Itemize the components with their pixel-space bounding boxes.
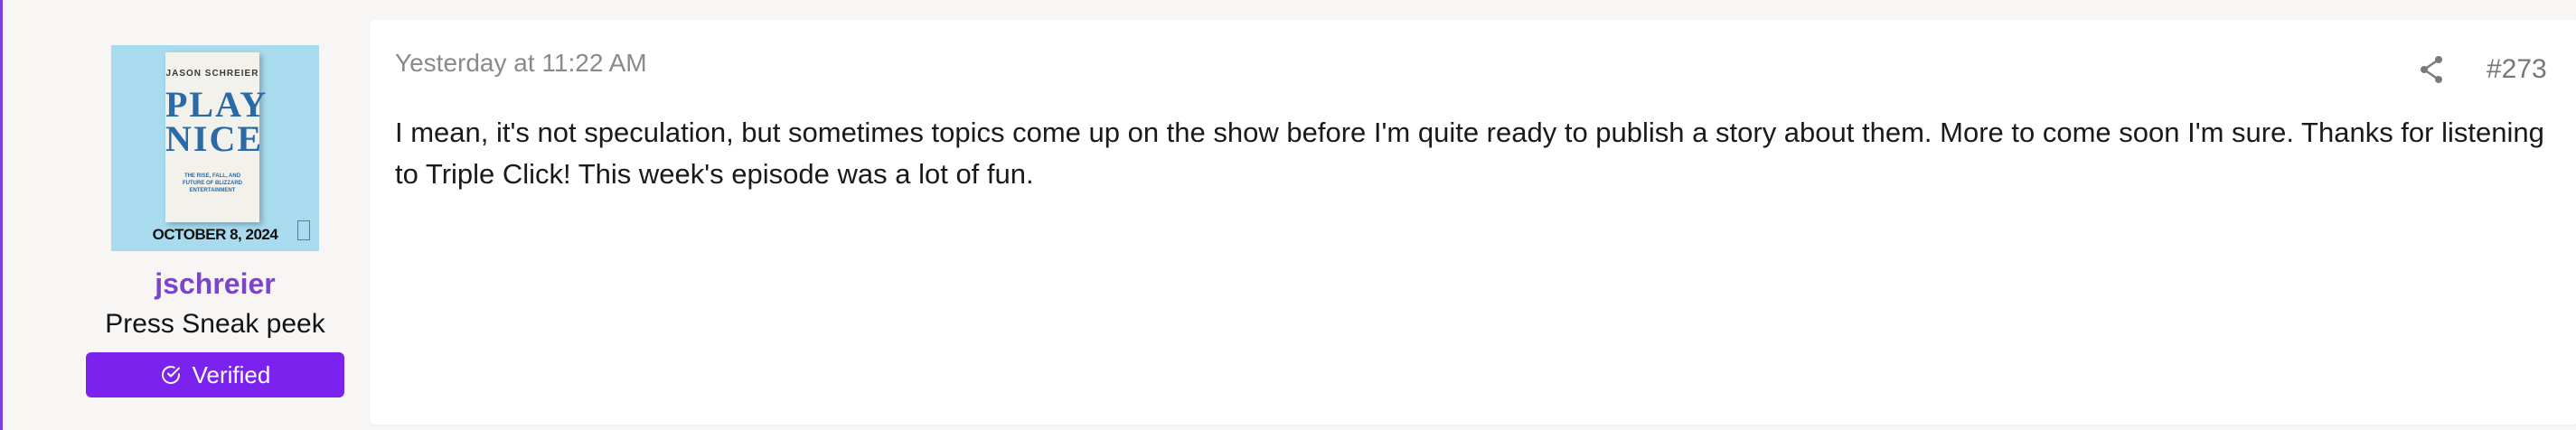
avatar-book-subtitle: THE RISE, FALL, AND FUTURE OF BLIZZARD E… bbox=[183, 173, 242, 193]
share-icon[interactable] bbox=[2418, 54, 2445, 85]
check-circle-icon bbox=[161, 366, 180, 384]
publisher-logo-icon bbox=[297, 220, 310, 240]
post-number-link[interactable]: #273 bbox=[2487, 54, 2547, 85]
post-timestamp[interactable]: Yesterday at 11:22 AM bbox=[395, 49, 647, 78]
avatar-book-cover: JASON SCHREIER PLAY NICE THE RISE, FALL,… bbox=[165, 52, 268, 222]
avatar-book-author: JASON SCHREIER bbox=[165, 69, 259, 79]
username-link[interactable]: jschreier bbox=[93, 267, 337, 301]
avatar-book-title-line2: NICE bbox=[165, 118, 264, 159]
avatar-release-date: OCTOBER 8, 2024 bbox=[152, 226, 278, 243]
post-body-text: I mean, it's not speculation, but someti… bbox=[395, 117, 2544, 190]
post-content-card: Yesterday at 11:22 AM #273 I mean, it's … bbox=[370, 20, 2576, 425]
user-info-column: JASON SCHREIER PLAY NICE THE RISE, FALL,… bbox=[3, 0, 364, 430]
avatar-book-title-line1: PLAY bbox=[165, 84, 268, 125]
verified-badge-label: Verified bbox=[192, 360, 271, 388]
verified-badge: Verified bbox=[86, 352, 344, 397]
avatar[interactable]: JASON SCHREIER PLAY NICE THE RISE, FALL,… bbox=[111, 45, 319, 251]
forum-post-container: JASON SCHREIER PLAY NICE THE RISE, FALL,… bbox=[0, 0, 2576, 430]
user-title: Press Sneak peek bbox=[105, 309, 325, 339]
